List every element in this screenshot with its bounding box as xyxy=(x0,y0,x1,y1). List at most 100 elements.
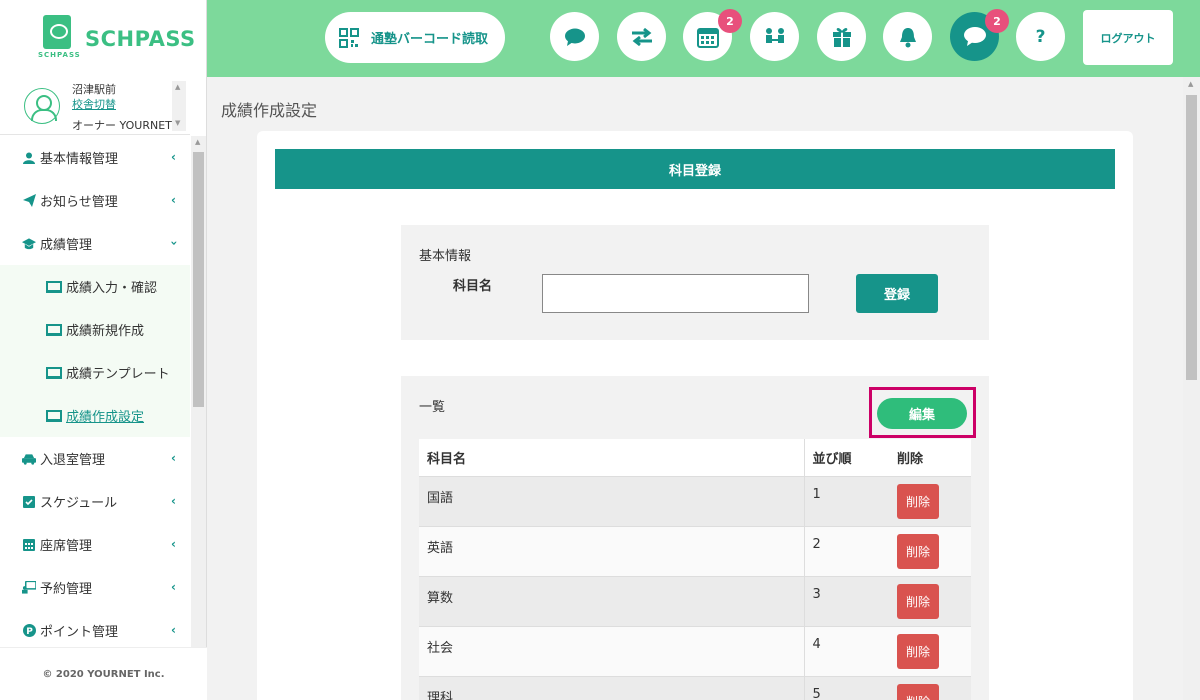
scrollbar-thumb[interactable] xyxy=(1186,95,1197,380)
chevron-left-icon: ‹ xyxy=(171,150,176,164)
chat-button[interactable]: 2 xyxy=(950,9,1009,61)
order-cell: 4 xyxy=(804,625,889,676)
submenu-item-grade-settings[interactable]: 成績作成設定 xyxy=(0,394,190,437)
main-card: 科目登録 基本情報 科目名 登録 一覧 編集 科目名 並び順 削除 国語 1 削… xyxy=(257,131,1133,700)
table-row: 社会 4 削除 xyxy=(419,625,971,676)
calendar-button[interactable]: 2 xyxy=(683,9,742,61)
delete-button[interactable]: 削除 xyxy=(897,683,939,700)
gift-button[interactable] xyxy=(817,12,866,61)
chevron-left-icon: ‹ xyxy=(171,623,176,637)
delete-cell: 削除 xyxy=(889,625,971,676)
sidebar-item-notices[interactable]: お知らせ管理 ‹ xyxy=(0,179,190,222)
chevron-left-icon: ‹ xyxy=(171,537,176,551)
school-name: 沼津駅前 xyxy=(72,83,116,96)
sidebar-item-seats[interactable]: 座席管理 ‹ xyxy=(0,523,190,566)
car-icon xyxy=(22,452,36,466)
edit-button[interactable]: 編集 xyxy=(877,398,967,429)
chevron-left-icon: ‹ xyxy=(171,580,176,594)
subject-name-input[interactable] xyxy=(542,274,809,313)
delete-button[interactable]: 削除 xyxy=(897,633,939,669)
logo-small-text: SCHPASS xyxy=(38,51,81,59)
scrollbar-thumb[interactable] xyxy=(193,152,204,407)
basic-info-title: 基本情報 xyxy=(419,249,472,264)
interview-button[interactable] xyxy=(750,12,799,61)
sidebar-item-label: 入退室管理 xyxy=(40,453,106,468)
notification-button[interactable] xyxy=(883,12,932,61)
chat-badge: 2 xyxy=(985,9,1009,33)
register-button[interactable]: 登録 xyxy=(856,274,938,313)
subject-list-panel: 一覧 編集 科目名 並び順 削除 国語 1 削除 英語 2 削除 算数 3 削除… xyxy=(401,376,989,700)
chat-bubble-icon xyxy=(963,27,986,46)
svg-text:P: P xyxy=(26,627,33,637)
column-header-delete: 削除 xyxy=(889,439,971,477)
bell-icon xyxy=(899,27,916,47)
barcode-read-button[interactable]: 通塾バーコード読取 xyxy=(325,12,505,63)
user-panel-scrollbar[interactable] xyxy=(172,81,186,131)
list-title: 一覧 xyxy=(419,400,446,415)
order-cell: 1 xyxy=(804,475,889,526)
submenu-item-grade-input[interactable]: 成績入力・確認 xyxy=(0,265,190,308)
submenu-item-label: 成績テンプレート xyxy=(66,367,170,382)
top-header: SCHPASS SCHPASS 通塾バーコード読取 2 2 ? ログアウト xyxy=(0,0,1200,77)
delete-button[interactable]: 削除 xyxy=(897,483,939,519)
school-switch-link[interactable]: 校舎切替 xyxy=(72,96,116,112)
sidebar-scrollbar[interactable]: ▲ xyxy=(191,136,206,647)
subject-table: 科目名 並び順 削除 国語 1 削除 英語 2 削除 算数 3 削除 社会 4 … xyxy=(419,439,971,700)
calendar-icon xyxy=(696,27,719,48)
card-header: 科目登録 xyxy=(275,149,1115,189)
sidebar-menu: 基本情報管理 ‹ お知らせ管理 ‹ 成績管理 ‹ 成績入力・確認 成績新規作成 xyxy=(0,136,190,652)
owner-label: オーナー YOURNET xyxy=(72,119,172,132)
laptop-icon xyxy=(46,366,62,379)
calendar-grid-icon xyxy=(22,538,36,552)
sidebar-item-attendance[interactable]: 入退室管理 ‹ xyxy=(0,437,190,480)
sidebar-item-grades[interactable]: 成績管理 ‹ xyxy=(0,222,190,265)
sidebar-item-label: 基本情報管理 xyxy=(40,152,119,167)
avatar xyxy=(24,88,60,124)
chevron-left-icon: ‹ xyxy=(171,451,176,465)
subject-name-cell: 英語 xyxy=(419,525,805,576)
sidebar-item-reservations[interactable]: 予約管理 ‹ xyxy=(0,566,190,609)
subject-name-cell: 理科 xyxy=(419,675,805,700)
sidebar-item-points[interactable]: P ポイント管理 ‹ xyxy=(0,609,190,652)
sidebar-item-label: 予約管理 xyxy=(40,582,93,597)
column-header-name: 科目名 xyxy=(419,439,805,477)
order-cell: 3 xyxy=(804,575,889,626)
submenu-item-grade-new[interactable]: 成績新規作成 xyxy=(0,308,190,351)
sidebar-item-label: お知らせ管理 xyxy=(40,195,118,210)
table-row: 算数 3 削除 xyxy=(419,575,971,626)
message-button[interactable] xyxy=(550,12,599,61)
sidebar-item-label: 成績管理 xyxy=(40,238,93,253)
qr-code-icon xyxy=(339,27,359,48)
calendar-badge: 2 xyxy=(718,9,742,33)
paper-plane-icon xyxy=(22,194,36,208)
laptop-icon xyxy=(46,409,62,422)
booking-icon xyxy=(22,581,36,595)
sidebar-item-basic-info[interactable]: 基本情報管理 ‹ xyxy=(0,136,190,179)
delete-button[interactable]: 削除 xyxy=(897,533,939,569)
submenu-item-grade-template[interactable]: 成績テンプレート xyxy=(0,351,190,394)
user-icon xyxy=(22,151,36,165)
sidebar: 沼津駅前 校舎切替 オーナー YOURNET 基本情報管理 ‹ お知らせ管理 ‹… xyxy=(0,77,207,700)
logout-button[interactable]: ログアウト xyxy=(1083,10,1173,65)
main-scrollbar[interactable]: ▲ xyxy=(1183,77,1200,700)
transfer-button[interactable] xyxy=(617,12,666,61)
people-meeting-icon xyxy=(765,27,784,43)
subject-name-cell: 算数 xyxy=(419,575,805,626)
exchange-arrows-icon xyxy=(631,27,652,46)
delete-cell: 削除 xyxy=(889,475,971,526)
question-icon: ? xyxy=(1035,26,1046,47)
sidebar-item-schedule[interactable]: スケジュール ‹ xyxy=(0,480,190,523)
submenu-item-label: 成績入力・確認 xyxy=(66,281,158,296)
scroll-up-icon: ▲ xyxy=(1188,80,1194,88)
logo-area[interactable]: SCHPASS SCHPASS xyxy=(0,0,207,77)
sidebar-item-label: 座席管理 xyxy=(40,539,93,554)
chevron-left-icon: ‹ xyxy=(171,193,176,207)
chevron-down-icon: ‹ xyxy=(166,240,181,246)
graduation-cap-icon xyxy=(22,237,36,251)
point-icon: P xyxy=(22,624,36,638)
calendar-check-icon xyxy=(22,495,36,509)
delete-button[interactable]: 削除 xyxy=(897,583,939,619)
delete-cell: 削除 xyxy=(889,575,971,626)
help-button[interactable]: ? xyxy=(1016,12,1065,61)
delete-cell: 削除 xyxy=(889,525,971,576)
